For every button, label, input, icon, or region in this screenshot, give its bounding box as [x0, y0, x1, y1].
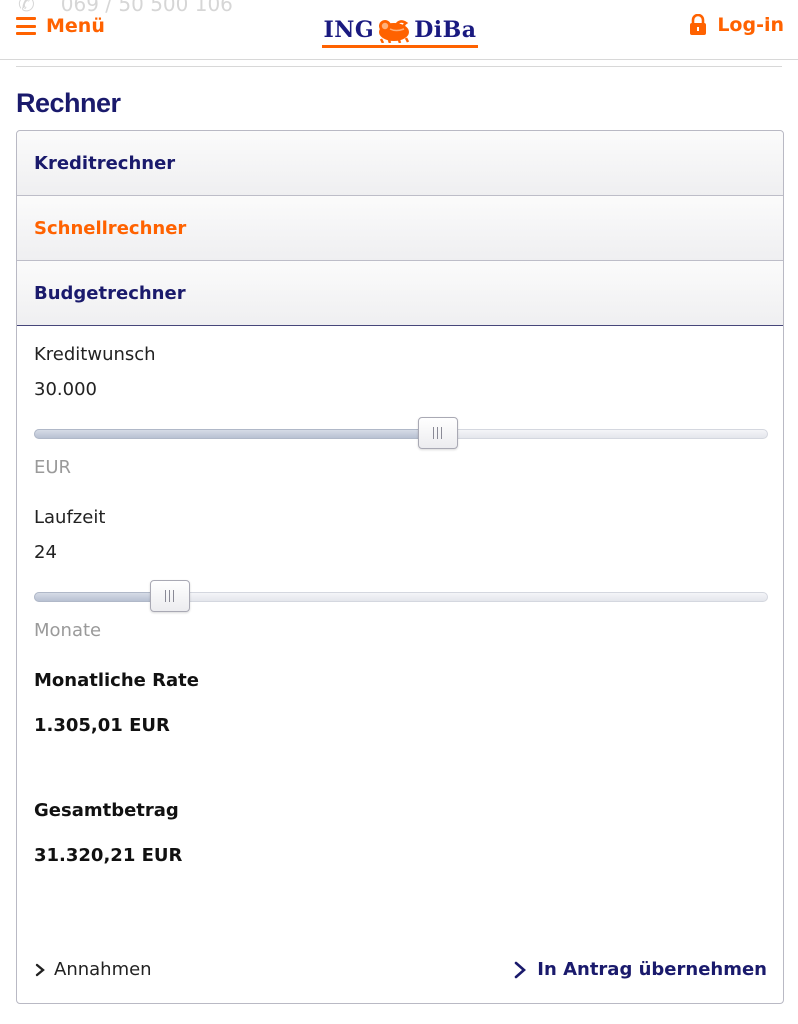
accordion-label: Schnellrechner	[34, 217, 187, 239]
chevron-right-icon	[514, 961, 527, 978]
term-unit: Monate	[34, 620, 102, 641]
logo-text-right: DiBa	[414, 17, 477, 43]
accordion-schnellrechner[interactable]: Schnellrechner	[17, 196, 783, 261]
amount-label: Kreditwunsch	[34, 344, 156, 365]
ing-diba-logo[interactable]: ING DiBa	[320, 12, 480, 48]
term-label: Laufzeit	[34, 507, 106, 528]
amount-value: 30.000	[34, 379, 97, 400]
phone-icon: ✆	[18, 0, 35, 16]
slider-thumb[interactable]	[417, 417, 458, 449]
assumptions-label: Annahmen	[54, 959, 152, 980]
logo-text-left: ING	[323, 17, 375, 43]
lock-icon	[690, 14, 707, 35]
menu-icon	[16, 17, 36, 35]
accordion-kreditrechner[interactable]: Kreditrechner	[17, 131, 783, 196]
term-value: 24	[34, 542, 57, 563]
header-divider	[16, 66, 782, 67]
logo-underline	[322, 45, 478, 48]
total-amount-value: 31.320,21 EUR	[34, 845, 183, 866]
chevron-right-icon	[35, 963, 45, 976]
total-amount-label: Gesamtbetrag	[34, 800, 179, 821]
apply-link[interactable]: In Antrag übernehmen	[513, 959, 767, 980]
amount-unit: EUR	[34, 457, 72, 478]
calculator-card: Kreditrechner Schnellrechner Budgetrechn…	[16, 130, 784, 1004]
apply-label: In Antrag übernehmen	[537, 959, 767, 980]
top-header: ✆ 069 / 50 500 106 Menü ING DiBa Log-in	[0, 0, 798, 60]
menu-button[interactable]: Menü	[16, 15, 105, 37]
accordion-budgetrechner[interactable]: Budgetrechner	[17, 261, 783, 326]
term-slider[interactable]	[34, 580, 768, 614]
login-label: Log-in	[717, 14, 784, 36]
menu-label: Menü	[46, 15, 105, 37]
phone-number[interactable]: ✆ 069 / 50 500 106	[18, 0, 233, 16]
assumptions-link[interactable]: Annahmen	[34, 959, 152, 980]
accordion-label: Budgetrechner	[34, 282, 186, 304]
login-button[interactable]: Log-in	[689, 14, 784, 36]
accordion-label: Kreditrechner	[34, 152, 176, 174]
slider-thumb[interactable]	[149, 580, 190, 612]
monthly-rate-value: 1.305,01 EUR	[34, 715, 170, 736]
monthly-rate-label: Monatliche Rate	[34, 670, 199, 691]
page-title: Rechner	[16, 88, 121, 118]
lion-logo-icon	[379, 20, 410, 43]
slider-fill	[34, 429, 438, 439]
amount-slider[interactable]	[34, 417, 768, 451]
